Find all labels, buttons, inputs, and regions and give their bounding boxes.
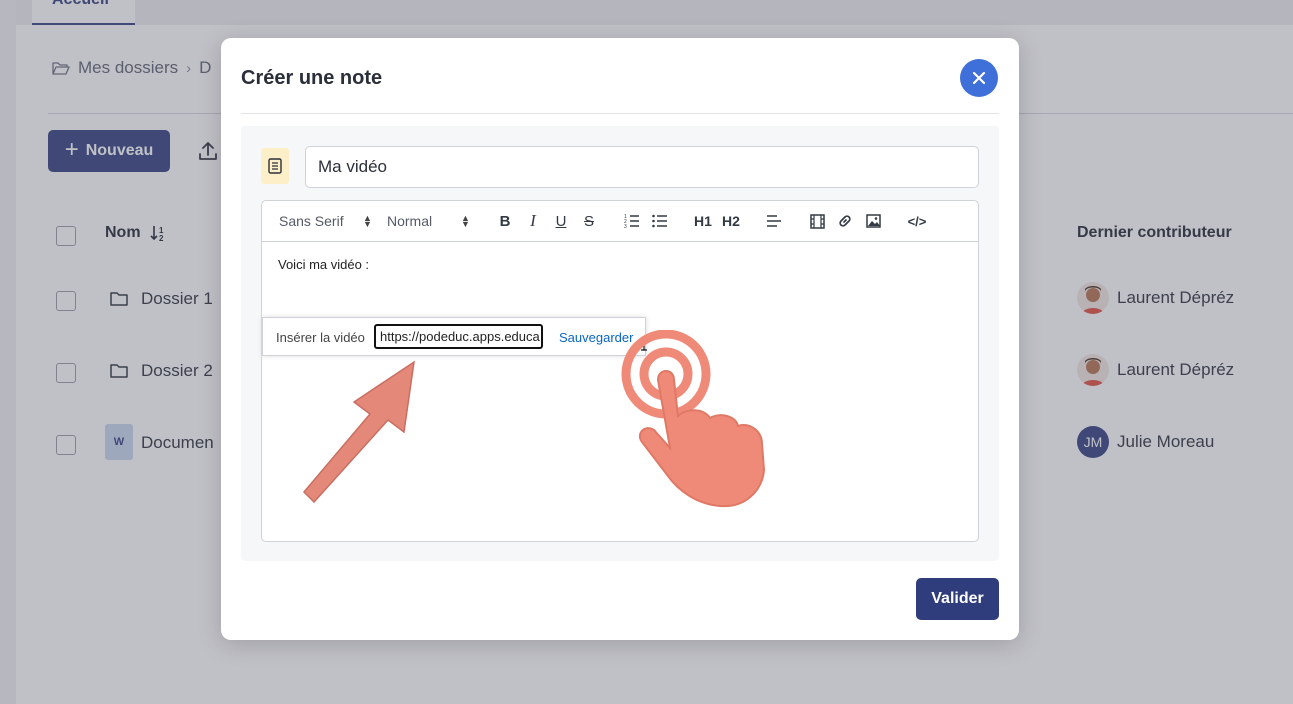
close-button[interactable] — [960, 59, 998, 97]
dialog-title: Créer une note — [241, 67, 383, 89]
note-icon — [261, 148, 289, 184]
editor-content[interactable]: Voici ma vidéo : — [278, 257, 369, 272]
ordered-list-icon: 123 — [624, 214, 639, 228]
image-button[interactable] — [862, 211, 884, 231]
heading1-button[interactable]: H1 — [692, 211, 714, 231]
italic-button[interactable]: I — [522, 211, 544, 231]
dialog-divider — [241, 113, 999, 114]
link-button[interactable] — [834, 211, 856, 231]
annotation-arrow-icon — [302, 360, 415, 504]
close-icon — [972, 71, 986, 85]
svg-text:3: 3 — [624, 224, 627, 228]
validate-button[interactable]: Valider — [916, 578, 999, 620]
image-icon — [865, 214, 881, 228]
align-left-icon — [767, 215, 781, 227]
tooltip-label: Insérer la vidéo — [276, 330, 365, 345]
bold-button[interactable]: B — [494, 211, 516, 231]
video-button[interactable] — [806, 211, 828, 231]
film-icon — [809, 213, 825, 229]
tap-hand-icon — [621, 330, 766, 508]
select-arrows-icon: ▲ ▼ — [363, 213, 372, 229]
editor-toolbar: Sans Serif ▲▼ Normal ▲▼ B I U S 123 H1 — [262, 201, 978, 242]
underline-button[interactable]: U — [550, 211, 572, 231]
size-select[interactable]: Normal ▲ ▼ — [387, 213, 470, 229]
bullet-list-icon — [652, 214, 667, 228]
ordered-list-button[interactable]: 123 — [621, 211, 643, 231]
align-button[interactable] — [763, 211, 785, 231]
video-url-input[interactable]: https://podeduc.apps.educa — [374, 324, 543, 349]
font-select[interactable]: Sans Serif ▲ ▼ — [279, 213, 372, 229]
video-url-tooltip: Insérer la vidéo https://podeduc.apps.ed… — [262, 317, 646, 356]
note-title-input[interactable]: Ma vidéo — [305, 146, 979, 188]
link-icon — [839, 215, 851, 227]
code-block-button[interactable]: </> — [905, 211, 929, 231]
strike-button[interactable]: S — [578, 211, 600, 231]
bullet-list-button[interactable] — [649, 211, 671, 231]
heading2-button[interactable]: H2 — [720, 211, 742, 231]
select-arrows-icon: ▲ ▼ — [461, 213, 470, 229]
